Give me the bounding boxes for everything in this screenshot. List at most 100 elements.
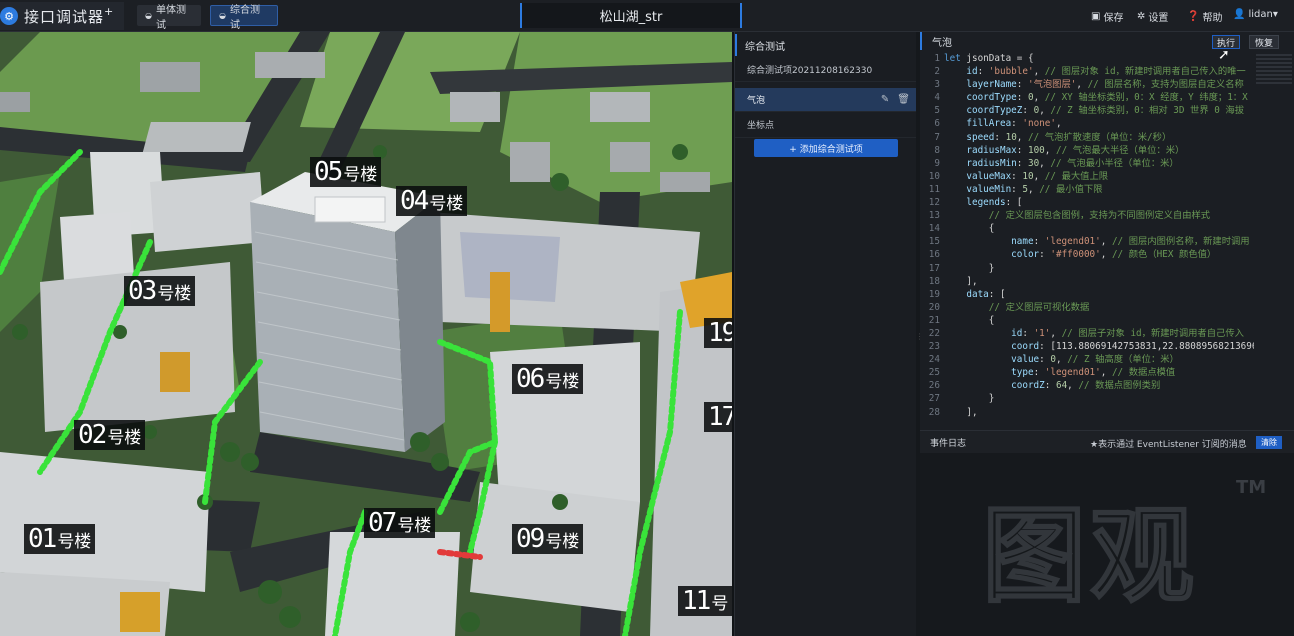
- building-label-11[interactable]: 11 号: [678, 586, 732, 616]
- line-number: 4: [934, 92, 940, 104]
- user-icon: 👤: [1233, 9, 1246, 20]
- building-label-09[interactable]: 09 号楼: [512, 524, 584, 554]
- line-number: 13: [928, 210, 940, 222]
- line-number: 10: [928, 170, 940, 182]
- test-item-bubble[interactable]: 气泡 ✎ 🗑: [735, 88, 916, 112]
- line-number: 12: [928, 197, 940, 209]
- building-suffix: 号楼: [157, 284, 192, 304]
- code-line[interactable]: coordType: 0, // XY 轴坐标类别，0：X 经度，Y 纬度；1：…: [944, 91, 1254, 104]
- code-line[interactable]: // 定义图层可视化数据: [944, 301, 1254, 314]
- code-line[interactable]: ],: [944, 406, 1254, 419]
- code-line[interactable]: }: [944, 392, 1254, 405]
- code-line[interactable]: id: 'bubble', // 图层对象 id，新建时调用者自己传入的唯一: [944, 65, 1254, 78]
- line-number: 9: [934, 157, 940, 169]
- settings-button[interactable]: ✲ 设置: [1137, 9, 1168, 24]
- test-item-coordinate-point[interactable]: 坐标点: [735, 112, 916, 138]
- line-number: 20: [928, 301, 940, 313]
- code-line[interactable]: ],: [944, 275, 1254, 288]
- building-label-05[interactable]: 05 号楼: [310, 157, 382, 187]
- code-line[interactable]: coordZ: 64, // 数据点图例类别: [944, 379, 1254, 392]
- help-button[interactable]: ❓ 帮助: [1187, 9, 1222, 24]
- code-line[interactable]: value: 0, // Z 轴高度（单位：米）: [944, 353, 1254, 366]
- user-name: lidan▾: [1248, 9, 1278, 20]
- building-label-01[interactable]: 01 号楼: [24, 524, 96, 554]
- code-editor[interactable]: 1 2 3 4 5 6 7 8 9 10 11 12 13 14 15 16 17 18 19 20 21 22 23 24 2…: [920, 52, 1294, 430]
- test-item-label: 气泡: [747, 96, 766, 106]
- line-number: 6: [934, 118, 940, 130]
- line-number: 23: [928, 341, 940, 353]
- cube-icon: ◒: [145, 11, 152, 20]
- tab-integrated-test[interactable]: ◒ 综合测试: [210, 5, 278, 31]
- tab-single-test-label: 单体测试: [155, 4, 186, 31]
- project-name: 松山湖_str: [599, 10, 663, 25]
- code-minimap[interactable]: [1256, 54, 1292, 84]
- building-label-19[interactable]: 19: [704, 318, 732, 348]
- brand: ⚙ 接口调试器 +: [0, 2, 124, 30]
- user-menu[interactable]: 👤 lidan▾: [1233, 9, 1278, 20]
- code-line[interactable]: {: [944, 222, 1254, 235]
- code-line[interactable]: name: 'legend01', // 图层内图例名称，新建时调用: [944, 235, 1254, 248]
- building-suffix: 号: [711, 594, 729, 614]
- code-line[interactable]: legends: [: [944, 196, 1254, 209]
- code-line[interactable]: valueMin: 5, // 最小值下限: [944, 183, 1254, 196]
- app-title-plus: +: [104, 4, 114, 18]
- clear-log-button[interactable]: 清除: [1256, 436, 1282, 449]
- event-log-hint: ★表示通过 EventListener 订阅的消息: [1090, 440, 1247, 450]
- save-button[interactable]: ▣ 保存: [1091, 9, 1123, 24]
- top-bar: ⚙ 接口调试器 + ◒ 单体测试 ◒ 综合测试 松山湖_str ▣ 保存 ✲ 设…: [0, 0, 1294, 32]
- line-number: 18: [928, 275, 940, 287]
- building-label-06[interactable]: 06 号楼: [512, 364, 584, 394]
- test-item-integrated[interactable]: 综合测试项20211208162330: [735, 58, 916, 82]
- code-line[interactable]: coordTypeZ: 0, // Z 轴坐标类别，0：相对 3D 世界 0 海…: [944, 104, 1254, 117]
- map-viewport[interactable]: 05 号楼 04 号楼 03 号楼 02 号楼 06 号楼 07 号楼 09 号…: [0, 32, 732, 636]
- code-line[interactable]: coord: [113.88069142753831,22.8808956821…: [944, 340, 1254, 353]
- code-line[interactable]: data: [: [944, 288, 1254, 301]
- line-number: 25: [928, 367, 940, 379]
- line-number: 28: [928, 406, 940, 418]
- building-label-07[interactable]: 07 号楼: [364, 508, 436, 538]
- brand-watermark-tm: TM: [1236, 477, 1267, 498]
- line-number: 17: [928, 262, 940, 274]
- code-line[interactable]: fillArea: 'none',: [944, 117, 1254, 130]
- code-content[interactable]: let jsonData = { id: 'bubble', // 图层对象 i…: [944, 52, 1254, 419]
- code-line[interactable]: speed: 10, // 气泡扩散速度（单位：米/秒）: [944, 131, 1254, 144]
- code-line[interactable]: // 定义图层包含图例，支持为不同图例定义自由样式: [944, 209, 1254, 222]
- delete-icon[interactable]: 🗑: [897, 94, 910, 105]
- edit-icon[interactable]: ✎: [881, 94, 889, 105]
- code-line[interactable]: }: [944, 262, 1254, 275]
- app-title: 接口调试器: [24, 7, 105, 26]
- building-number: 11: [682, 586, 711, 616]
- tab-single-test[interactable]: ◒ 单体测试: [137, 5, 201, 31]
- building-suffix: 号楼: [397, 516, 432, 536]
- line-number: 21: [928, 314, 940, 326]
- event-log-panel: 事件日志 ★表示通过 EventListener 订阅的消息 清除 图观 TM: [920, 430, 1294, 636]
- code-line[interactable]: layerName: '气泡图层', // 图层名称，支持为图层自定义名称: [944, 78, 1254, 91]
- settings-label: 设置: [1148, 13, 1169, 24]
- building-number: 07: [368, 508, 397, 538]
- line-number: 24: [928, 354, 940, 366]
- restore-button[interactable]: 恢复: [1249, 35, 1279, 49]
- save-icon: ▣: [1091, 11, 1101, 22]
- code-line[interactable]: let jsonData = {: [944, 52, 1254, 65]
- building-label-03[interactable]: 03 号楼: [124, 276, 196, 306]
- code-line[interactable]: id: '1', // 图层子对象 id，新建时调用者自己传入: [944, 327, 1254, 340]
- code-line[interactable]: valueMax: 10, // 最大值上限: [944, 170, 1254, 183]
- building-number: 09: [516, 524, 545, 554]
- code-line[interactable]: {: [944, 314, 1254, 327]
- line-number: 1: [934, 53, 940, 64]
- code-line[interactable]: type: 'legend01', // 数据点模值: [944, 366, 1254, 379]
- building-label-04[interactable]: 04 号楼: [396, 186, 468, 216]
- project-selector[interactable]: 松山湖_str: [520, 3, 742, 28]
- code-line[interactable]: color: '#ff0000', // 颜色（HEX 颜色值）: [944, 248, 1254, 261]
- line-number: 26: [928, 380, 940, 392]
- code-line[interactable]: radiusMin: 30, // 气泡最小半径（单位：米）: [944, 157, 1254, 170]
- building-label-17[interactable]: 17: [704, 402, 732, 432]
- app-window: ⚙ 接口调试器 + ◒ 单体测试 ◒ 综合测试 松山湖_str ▣ 保存 ✲ 设…: [0, 0, 1294, 636]
- code-line[interactable]: radiusMax: 100, // 气泡最大半径（单位：米）: [944, 144, 1254, 157]
- add-integrated-test-button[interactable]: + 添加综合测试项: [754, 139, 898, 157]
- cube-icon: ◒: [219, 11, 226, 20]
- gear-icon: ✲: [1137, 11, 1146, 22]
- building-suffix: 号楼: [429, 194, 464, 214]
- building-label-02[interactable]: 02 号楼: [74, 420, 146, 450]
- building-number: 03: [128, 276, 157, 306]
